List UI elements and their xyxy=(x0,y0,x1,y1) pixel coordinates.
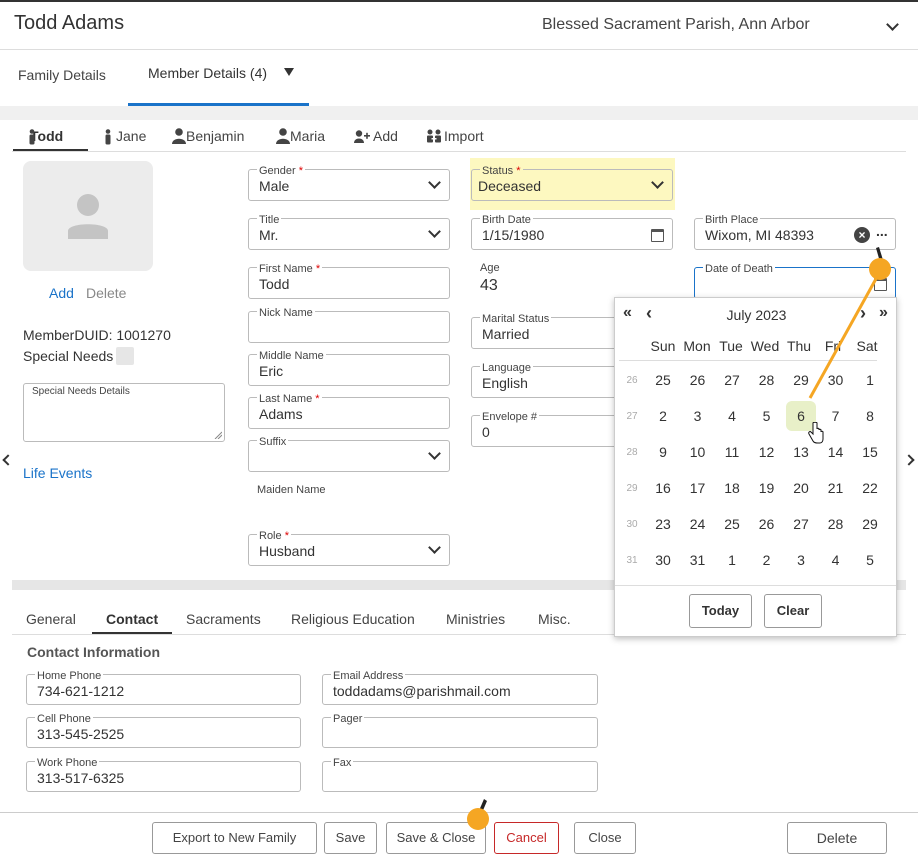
hand-cursor-icon xyxy=(808,422,824,444)
annotation-arrow-line xyxy=(808,276,879,399)
click-marker xyxy=(869,258,891,280)
annotation-overlay xyxy=(478,247,883,815)
click-marker xyxy=(467,808,489,830)
